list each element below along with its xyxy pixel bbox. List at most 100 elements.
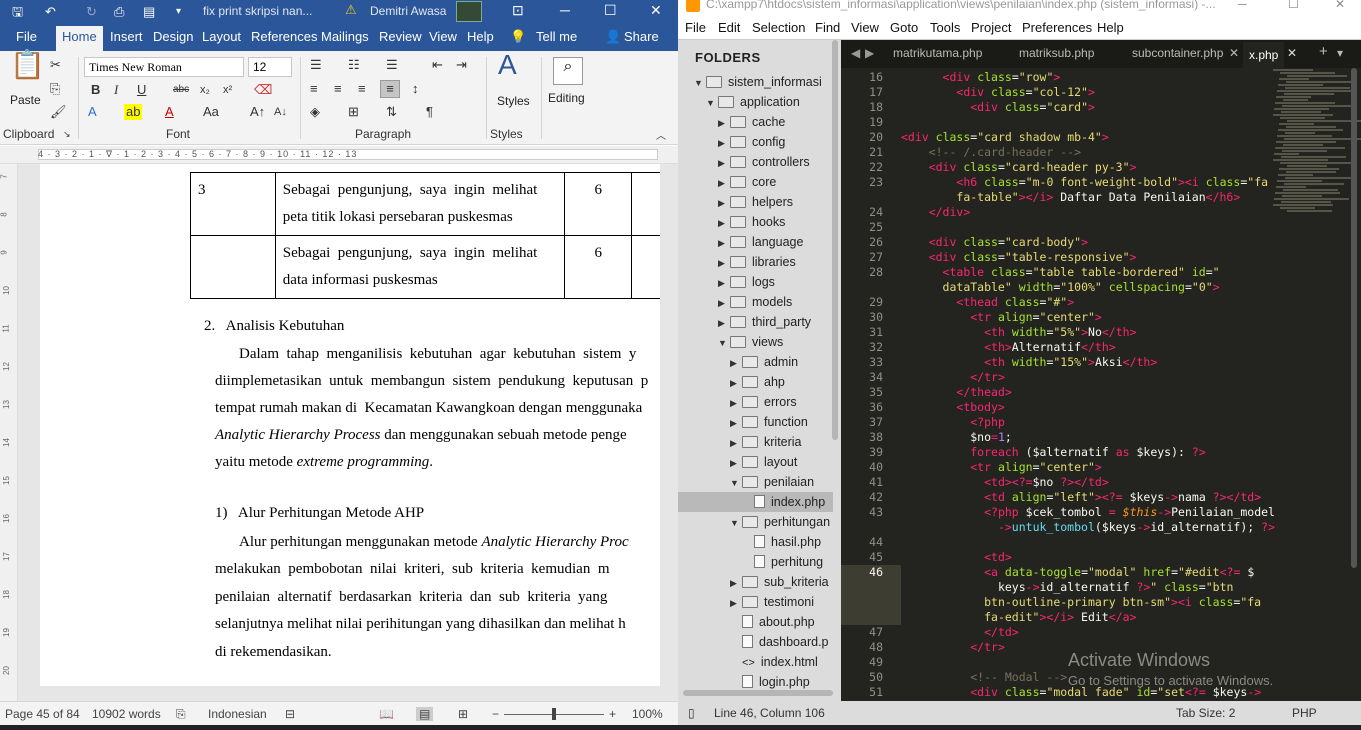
code-line[interactable]: </div>: [901, 205, 971, 220]
zoom-out-icon[interactable]: −: [492, 707, 499, 721]
maximize-icon[interactable]: ☐: [1288, 0, 1299, 11]
highlight-icon[interactable]: ab: [124, 104, 143, 120]
code-line[interactable]: <div class="card-body">: [901, 235, 1088, 250]
align-right-icon[interactable]: ≡: [358, 81, 366, 97]
zoom-in-icon[interactable]: +: [609, 707, 616, 721]
numbering-icon[interactable]: ☷: [348, 57, 360, 73]
tab-layout[interactable]: Layout: [202, 29, 241, 44]
code-line[interactable]: <table class="table table-bordered" id=": [901, 265, 1220, 280]
tab-mailings[interactable]: Mailings: [321, 29, 369, 44]
share-button[interactable]: Share: [624, 29, 659, 44]
tree-folder[interactable]: ▼ sistem_informasi: [678, 72, 833, 92]
subscript-icon[interactable]: x₂: [200, 82, 210, 98]
tree-folder[interactable]: ▶ function: [678, 412, 833, 432]
word-count[interactable]: 10902 words: [92, 707, 161, 721]
close-icon[interactable]: ✕: [1229, 46, 1239, 60]
tree-folder[interactable]: ▶ sub_kriteria: [678, 572, 833, 592]
text-effects-icon[interactable]: A: [88, 104, 97, 120]
chevron-right-icon[interactable]: ▶: [718, 313, 730, 333]
font-color-icon[interactable]: A: [165, 104, 174, 120]
tree-folder[interactable]: ▶ libraries: [678, 252, 833, 272]
code-line[interactable]: <?php $cek_tombol = $this->Penilaian_mod…: [901, 505, 1275, 520]
minimap[interactable]: [1273, 68, 1361, 588]
user-name[interactable]: Demitri Awasa: [370, 4, 446, 18]
tab-subcontainer[interactable]: subcontainer.php: [1132, 46, 1223, 60]
print-layout-icon[interactable]: ▤: [416, 707, 434, 721]
shrink-font-icon[interactable]: A↓: [274, 104, 287, 120]
bullets-icon[interactable]: ☰: [310, 57, 322, 73]
tree-folder[interactable]: ▶ kriteria: [678, 432, 833, 452]
decrease-indent-icon[interactable]: ⇤: [432, 57, 443, 73]
line-spacing-icon[interactable]: ↕: [412, 81, 419, 97]
code-line[interactable]: $no=1;: [901, 430, 1012, 445]
tell-me-search[interactable]: Tell me: [536, 29, 577, 44]
menu-goto[interactable]: Goto: [890, 20, 918, 35]
code-line[interactable]: <th width="5%">No</th>: [901, 325, 1136, 340]
panel-toggle-icon[interactable]: ▯: [688, 706, 695, 720]
chevron-right-icon[interactable]: ▶: [718, 153, 730, 173]
table-cell[interactable]: 6: [564, 172, 633, 236]
code-line[interactable]: <div class="card shadow mb-4">: [901, 130, 1109, 145]
code-line[interactable]: keys->id_alternatif ?>" class="btn: [901, 580, 1234, 595]
menu-selection[interactable]: Selection: [752, 20, 805, 35]
font-name-select[interactable]: Times New Roman: [84, 57, 244, 77]
chevron-right-icon[interactable]: ▶: [718, 213, 730, 233]
new-tab-icon[interactable]: +: [1319, 43, 1328, 60]
code-line[interactable]: <td align="left"><?= $keys->nama ?></td>: [901, 490, 1261, 505]
tab-view[interactable]: View: [429, 29, 457, 44]
tree-folder[interactable]: ▶ helpers: [678, 192, 833, 212]
tab-size-indicator[interactable]: Tab Size: 2: [1176, 706, 1235, 720]
tab-scroll-left-icon[interactable]: ◀: [851, 46, 860, 60]
code-line[interactable]: <div class="row">: [901, 70, 1061, 85]
strikethrough-icon[interactable]: abc: [173, 82, 189, 98]
code-line[interactable]: </tr>: [901, 640, 1005, 655]
menu-project[interactable]: Project: [971, 20, 1011, 35]
tree-folder[interactable]: ▶ core: [678, 172, 833, 192]
tab-index-active[interactable]: x.php: [1243, 42, 1285, 68]
macro-icon[interactable]: ⊟: [285, 707, 295, 721]
underline-icon[interactable]: U: [137, 82, 146, 98]
shading-icon[interactable]: ◈: [310, 104, 320, 120]
minimize-icon[interactable]: ─: [560, 2, 570, 18]
tree-folder[interactable]: ▶ cache: [678, 112, 833, 132]
menu-preferences[interactable]: Preferences: [1022, 20, 1092, 35]
zoom-level[interactable]: 100%: [632, 707, 663, 721]
menu-find[interactable]: Find: [815, 20, 840, 35]
language-indicator[interactable]: Indonesian: [208, 707, 267, 721]
align-center-icon[interactable]: ≡: [334, 81, 342, 97]
sort-icon[interactable]: ⇅: [386, 104, 397, 120]
tree-folder[interactable]: ▶ models: [678, 292, 833, 312]
chevron-right-icon[interactable]: ▶: [730, 593, 742, 613]
code-line[interactable]: <td><?=$no ?></td>: [901, 475, 1109, 490]
close-icon[interactable]: ✕: [650, 2, 662, 19]
code-line[interactable]: ->untuk_tombol($keys->id_alternatif); ?>: [901, 520, 1275, 535]
menu-tools[interactable]: Tools: [930, 20, 960, 35]
code-line[interactable]: </td>: [901, 625, 1019, 640]
tab-matriksub[interactable]: matriksub.php: [1019, 46, 1094, 60]
document-page[interactable]: 3 Sebagai pengunjung, saya ingin melihat…: [40, 164, 660, 686]
menu-view[interactable]: View: [851, 20, 879, 35]
paste-icon[interactable]: 📋: [10, 51, 45, 79]
code-line[interactable]: foreach ($alternatif as $keys): ?>: [901, 445, 1206, 460]
clear-formatting-icon[interactable]: ⌫: [254, 82, 272, 98]
code-line[interactable]: <tr align="center">: [901, 460, 1102, 475]
paste-button[interactable]: Paste: [10, 93, 41, 107]
tab-file[interactable]: File: [16, 29, 37, 44]
chevron-right-icon[interactable]: ▶: [730, 373, 742, 393]
italic-icon[interactable]: I: [114, 82, 118, 98]
read-mode-icon[interactable]: 📖: [379, 707, 394, 721]
styles-icon[interactable]: A: [498, 51, 517, 79]
menu-help[interactable]: Help: [1097, 20, 1124, 35]
chevron-right-icon[interactable]: ▶: [718, 193, 730, 213]
tree-file[interactable]: dashboard.p: [678, 632, 833, 652]
chevron-right-icon[interactable]: ▶: [730, 433, 742, 453]
chevron-right-icon[interactable]: ▶: [718, 233, 730, 253]
chevron-right-icon[interactable]: ▶: [730, 453, 742, 473]
tree-folder[interactable]: ▶ language: [678, 232, 833, 252]
table-cell[interactable]: 3: [190, 172, 276, 236]
syntax-indicator[interactable]: PHP: [1292, 706, 1317, 720]
chevron-right-icon[interactable]: ▶: [718, 113, 730, 133]
web-layout-icon[interactable]: ⊞: [458, 707, 468, 721]
tab-help[interactable]: Help: [467, 29, 494, 44]
chevron-right-icon[interactable]: ▶: [730, 353, 742, 373]
